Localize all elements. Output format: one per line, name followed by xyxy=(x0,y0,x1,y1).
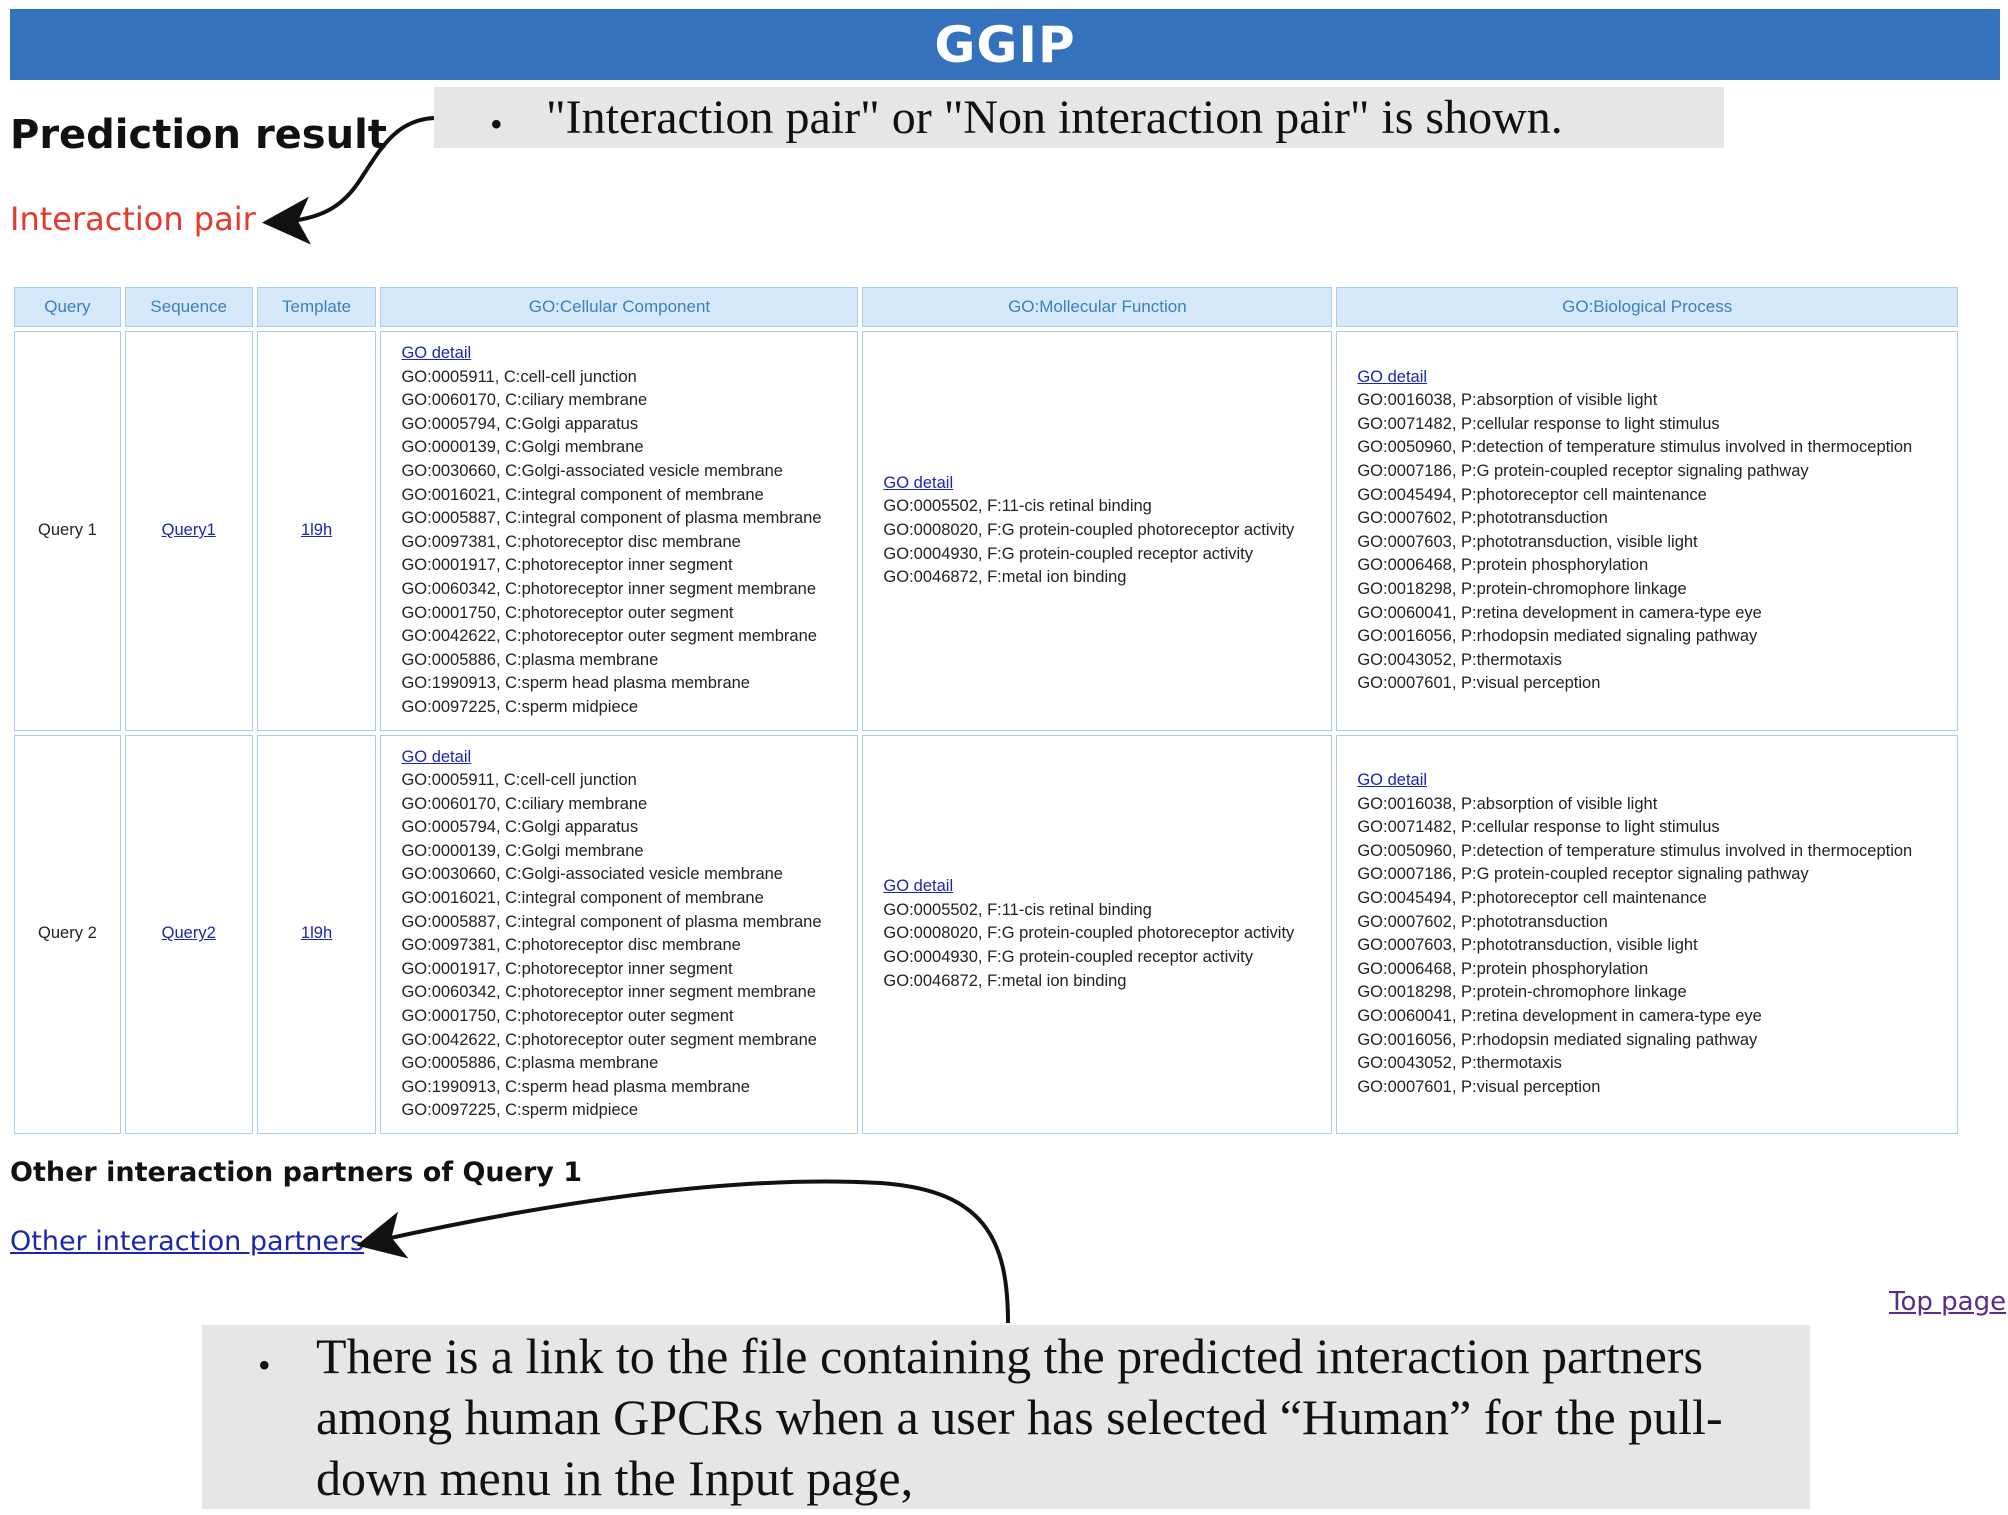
curved-arrow-icon xyxy=(262,116,435,245)
annotation-arrows xyxy=(262,116,1010,1324)
curved-arrow-icon xyxy=(356,1179,1010,1324)
